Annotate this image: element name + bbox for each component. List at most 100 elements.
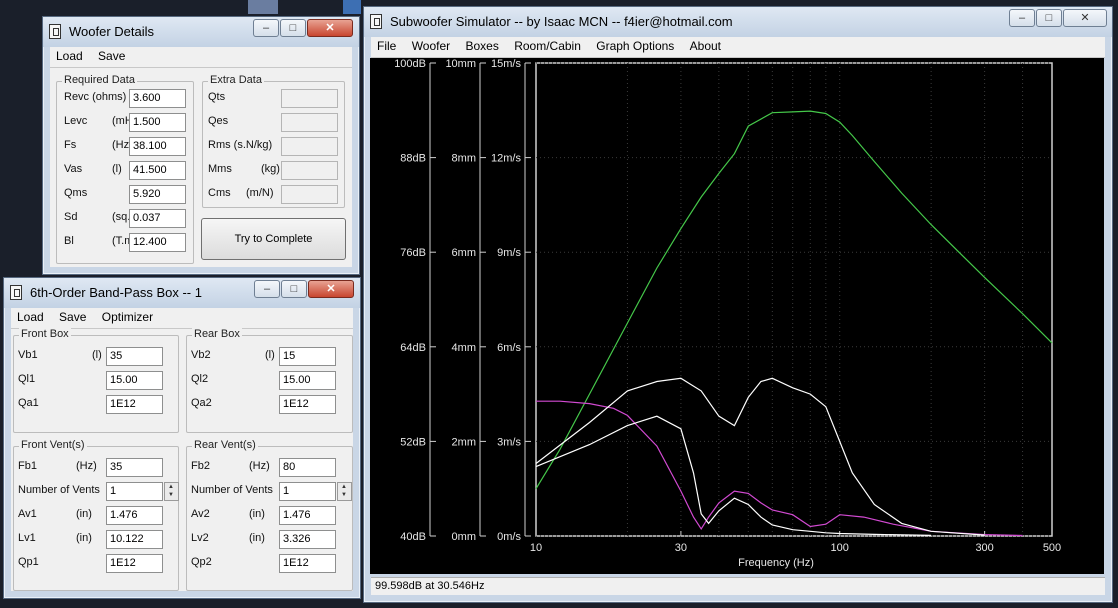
rear-box-field-label: Qa2 xyxy=(191,397,212,409)
maximize-icon[interactable]: □ xyxy=(1036,9,1062,27)
field-label: Vas xyxy=(64,163,83,175)
field-input[interactable] xyxy=(281,113,338,132)
field-unit: (m/N) xyxy=(246,187,274,199)
rear-vent-field-unit: (in) xyxy=(249,508,265,520)
plot-frame xyxy=(535,62,1053,537)
rear-vent-field-label: Lv2 xyxy=(191,532,209,544)
y-tick-label: 8mm xyxy=(452,153,476,165)
close-icon[interactable]: ✕ xyxy=(1063,9,1107,27)
rear-vent-field-unit: (Hz) xyxy=(249,460,270,472)
front-vent-field-label: Number of Vents xyxy=(18,484,100,496)
rear-box-field-input[interactable]: 15.00 xyxy=(279,371,336,390)
spin-down-icon[interactable]: ▼ xyxy=(168,492,174,498)
menu-room-cabin[interactable]: Room/Cabin xyxy=(508,37,587,53)
field-label: Qms xyxy=(64,187,88,199)
y-tick-label: 0mm xyxy=(452,531,476,543)
rear-box-field-input[interactable]: 1E12 xyxy=(279,395,336,414)
woofer-window-titlebar[interactable]: Woofer Details – □ ✕ xyxy=(43,17,359,47)
rear-vent-field-input[interactable]: 3.326 xyxy=(279,530,336,549)
field-input[interactable] xyxy=(281,185,338,204)
sim-menubar: File Woofer Boxes Room/Cabin Graph Optio… xyxy=(371,37,1105,58)
menu-boxes[interactable]: Boxes xyxy=(460,37,505,53)
app-icon xyxy=(10,285,22,300)
field-input[interactable] xyxy=(281,89,338,108)
field-input[interactable]: 38.100 xyxy=(129,137,186,156)
vents-spinner[interactable]: ▲ ▼ xyxy=(164,482,179,501)
spin-up-icon[interactable]: ▲ xyxy=(168,484,174,490)
menu-graph-options[interactable]: Graph Options xyxy=(590,37,680,53)
front-vent-field-input[interactable]: 1.476 xyxy=(106,506,163,525)
maximize-icon[interactable]: □ xyxy=(280,19,306,37)
minimize-icon[interactable]: – xyxy=(1009,9,1035,27)
app-icon xyxy=(370,14,382,29)
menu-woofer[interactable]: Woofer xyxy=(406,37,456,53)
front-box-field-input[interactable]: 35 xyxy=(106,347,163,366)
rear-vent-label: Rear Vent(s) xyxy=(192,439,258,451)
field-label: Qts xyxy=(208,91,226,103)
field-input[interactable]: 5.920 xyxy=(129,185,186,204)
front-box-field-unit: (l) xyxy=(92,349,102,361)
x-tick-label: 500 xyxy=(1043,542,1061,554)
x-tick-label: 10 xyxy=(530,542,542,554)
front-vent-field-input[interactable]: 10.122 xyxy=(106,530,163,549)
rear-box-field-input[interactable]: 15 xyxy=(279,347,336,366)
try-to-complete-button[interactable]: Try to Complete xyxy=(201,218,346,260)
front-box-field-input[interactable]: 1E12 xyxy=(106,395,163,414)
front-box-label: Front Box xyxy=(19,328,71,340)
rear-box-field-unit: (l) xyxy=(265,349,275,361)
y-tick-label: 64dB xyxy=(400,342,426,354)
rear-box-field-label: Ql2 xyxy=(191,373,209,385)
rear-vent-field-input[interactable]: 1 xyxy=(279,482,336,501)
x-axis-label: Frequency (Hz) xyxy=(738,557,814,569)
box-menubar: Load Save Optimizer xyxy=(11,308,353,329)
rear-box-label: Rear Box xyxy=(192,328,242,340)
box-window-titlebar[interactable]: 6th-Order Band-Pass Box -- 1 – □ ✕ xyxy=(4,278,360,308)
rear-vent-field-input[interactable]: 1.476 xyxy=(279,506,336,525)
menu-load[interactable]: Load xyxy=(50,47,89,63)
field-unit: (kg) xyxy=(261,163,280,175)
field-label: Levc xyxy=(64,115,88,127)
menu-save[interactable]: Save xyxy=(53,308,92,324)
menu-save[interactable]: Save xyxy=(92,47,131,63)
front-vent-field-input[interactable]: 1 xyxy=(106,482,163,501)
y-tick-label: 88dB xyxy=(400,153,426,165)
close-icon[interactable]: ✕ xyxy=(308,280,354,298)
front-box-field-input[interactable]: 15.00 xyxy=(106,371,163,390)
minimize-icon[interactable]: – xyxy=(254,280,280,298)
menu-file[interactable]: File xyxy=(371,37,402,53)
box-client-area: Front Box Rear Box Front Vent(s) Rear Ve… xyxy=(11,328,353,591)
maximize-icon[interactable]: □ xyxy=(281,280,307,298)
frequency-response-graph[interactable]: 100dB 88dB 76dB 64dB 52dB 40dB 10mm 8mm 6mm 4mm 2m… xyxy=(370,58,1104,574)
field-input[interactable]: 12.400 xyxy=(129,233,186,252)
field-unit: (l) xyxy=(112,163,122,175)
field-label: Mms xyxy=(208,163,232,175)
minimize-icon[interactable]: – xyxy=(253,19,279,37)
field-input[interactable]: 1.500 xyxy=(129,113,186,132)
menu-about[interactable]: About xyxy=(684,37,727,53)
field-input[interactable] xyxy=(281,161,338,180)
front-vent-field-label: Qp1 xyxy=(18,556,39,568)
field-input[interactable]: 41.500 xyxy=(129,161,186,180)
spin-down-icon[interactable]: ▼ xyxy=(341,492,347,498)
menu-load[interactable]: Load xyxy=(11,308,50,324)
field-input[interactable]: 3.600 xyxy=(129,89,186,108)
front-vent-field-label: Fb1 xyxy=(18,460,37,472)
vents-spinner[interactable]: ▲ ▼ xyxy=(337,482,352,501)
field-input[interactable] xyxy=(281,137,338,156)
front-vent-field-input[interactable]: 1E12 xyxy=(106,554,163,573)
rear-vent-field-input[interactable]: 80 xyxy=(279,458,336,477)
sim-window-titlebar[interactable]: Subwoofer Simulator -- by Isaac MCN -- f… xyxy=(364,7,1112,37)
spin-up-icon[interactable]: ▲ xyxy=(341,484,347,490)
extra-data-label: Extra Data xyxy=(208,74,264,86)
close-icon[interactable]: ✕ xyxy=(307,19,353,37)
y-tick-label: 100dB xyxy=(394,58,426,70)
menu-optimizer[interactable]: Optimizer xyxy=(96,308,159,324)
rear-vent-field-input[interactable]: 1E12 xyxy=(279,554,336,573)
woofer-window-title: Woofer Details xyxy=(69,24,155,39)
field-input[interactable]: 0.037 xyxy=(129,209,186,228)
y-tick-label: 6m/s xyxy=(497,342,521,354)
front-vent-field-input[interactable]: 35 xyxy=(106,458,163,477)
rear-box-field-label: Vb2 xyxy=(191,349,211,361)
woofer-client-area: Required Data Extra Data Revc (ohms) 3.60… xyxy=(50,68,352,267)
front-vent-field-label: Av1 xyxy=(18,508,37,520)
